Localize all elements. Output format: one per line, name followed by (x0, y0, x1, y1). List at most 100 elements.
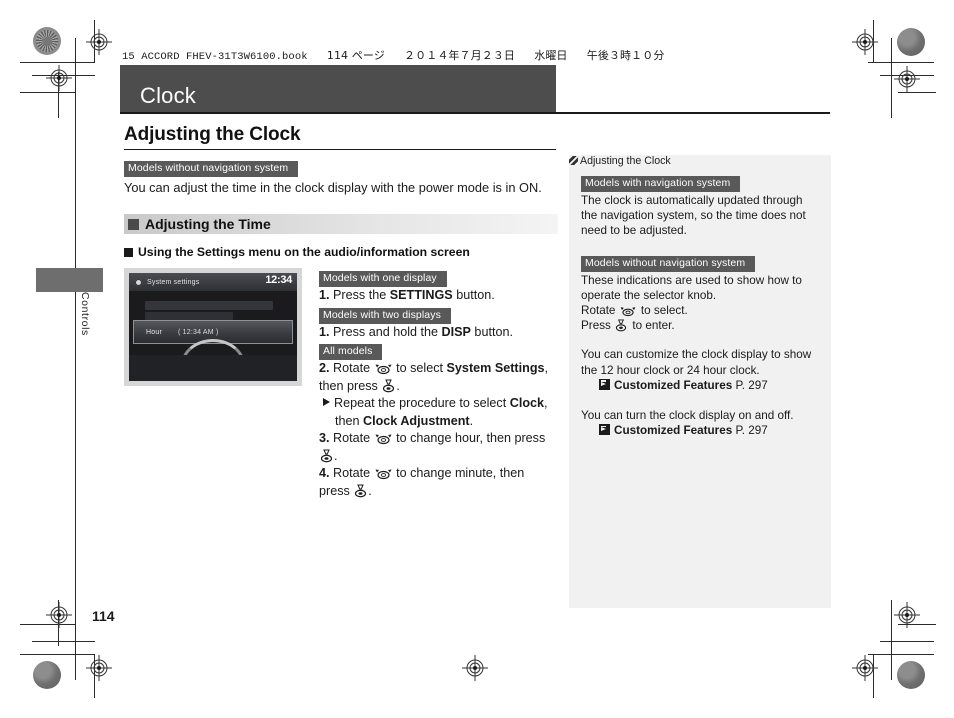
double-chevron-icon (569, 156, 578, 165)
audio-screen-illustration: System settings 12:34 Hour ( 12:34 AM ) (124, 268, 302, 386)
xref-label: Customized Features (614, 424, 733, 438)
registration-mark-top-right (852, 29, 878, 55)
intro-paragraph: You can adjust the time in the clock dis… (124, 180, 542, 195)
side-spacer (581, 333, 819, 347)
cross-reference-customized-features-2[interactable]: Customized Features P. 297 (599, 423, 819, 439)
step-3-part3: . (334, 448, 338, 463)
press-knob-icon (320, 449, 333, 463)
side-press-before: Press (581, 319, 615, 333)
subsection-title: Using the Settings menu on the audio/inf… (138, 245, 470, 259)
side-text-without-nav: These indications are used to show how t… (581, 273, 802, 302)
chapter-header-bar: Clock (120, 65, 556, 113)
step-2-sub-part1: Repeat the procedure to select (334, 396, 510, 410)
step-2-part2: to select (392, 361, 447, 375)
print-header-weekday: 水曜日 (534, 49, 568, 62)
section-thumb-tab-label: Controls (79, 292, 91, 336)
xref-label: Customized Features (614, 378, 733, 392)
registration-mark-top-left-2 (46, 65, 72, 91)
audio-screen: System settings 12:34 Hour ( 12:34 AM ) (129, 273, 297, 381)
side-line-press: Press to enter. (581, 318, 819, 333)
step-4-part1: Rotate (329, 466, 374, 480)
registration-mark-bottom-right-2 (894, 602, 920, 628)
registration-mark-bottom-center (462, 655, 488, 681)
rotate-knob-icon (620, 305, 637, 318)
step-number: 1. (319, 324, 330, 339)
registration-mark-bottom-left (46, 602, 72, 628)
rotate-knob-icon (375, 432, 392, 445)
step-2-sub-bold-clock-adjustment: Clock Adjustment (363, 413, 470, 428)
audio-screen-row-value: ( 12:34 AM ) (177, 328, 219, 336)
step-two-displays: 1. Press and hold the DISP button. (319, 324, 557, 342)
side-rotate-after: to select. (637, 304, 688, 318)
section-header-band: Adjusting the Time (124, 214, 558, 234)
model-tag-two-displays: Models with two displays (319, 307, 451, 324)
step-2-sub-bullet: Repeat the procedure to select Clock, th… (323, 395, 557, 430)
subsection-header: Using the Settings menu on the audio/inf… (124, 245, 558, 259)
page-title-rule (124, 149, 556, 150)
step-4: 4. Rotate to change minute, then press . (319, 465, 557, 500)
crop-line-left-spine (75, 118, 76, 600)
side-press-after: to enter. (629, 319, 675, 333)
step-number: 3. (319, 431, 330, 445)
audio-screen-row-dim-1 (145, 301, 273, 310)
chapter-title: Clock (140, 83, 197, 108)
bullet-arrow-icon (323, 398, 330, 406)
side-line-rotate: Rotate to select. (581, 303, 819, 318)
print-color-target-bottom-left (33, 661, 61, 689)
step-bold-settings: SETTINGS (389, 288, 453, 302)
side-tag-with-nav: Models with navigation system (581, 176, 741, 192)
step-text-before: Press and hold the (329, 324, 442, 339)
side-text-customize-12-24: You can customize the clock display to s… (581, 348, 812, 377)
side-rotate-before: Rotate (581, 304, 619, 318)
step-one-display: 1. Press the SETTINGS button. (319, 287, 557, 305)
audio-screen-title: System settings (147, 278, 200, 286)
press-knob-icon (615, 319, 628, 333)
step-4-part3: . (368, 483, 372, 498)
figure-and-steps-row: System settings 12:34 Hour ( 12:34 AM ) … (124, 268, 558, 500)
registration-mark-bottom-right (852, 655, 878, 681)
print-header-time: 午後３時１０分 (586, 49, 665, 62)
cross-reference-icon (599, 378, 610, 390)
side-text-with-nav: The clock is automatically updated throu… (581, 194, 806, 238)
model-tag-all-models: All models (319, 344, 383, 360)
side-text-clock-on-off: You can turn the clock display on and of… (581, 408, 794, 422)
step-2-bold-system-settings: System Settings (446, 361, 545, 375)
audio-screen-row-label: Hour (146, 328, 162, 336)
cross-reference-customized-features-1[interactable]: Customized Features P. 297 (599, 378, 819, 394)
chapter-underline-rule (120, 112, 830, 114)
side-note-panel: Models with navigation system The clock … (569, 155, 831, 608)
audio-screen-footer (129, 355, 297, 381)
step-2-part4: . (396, 378, 400, 393)
page-title: Adjusting the Clock (124, 124, 301, 145)
step-2-part1: Rotate (329, 361, 374, 375)
page-number: 114 (92, 608, 115, 624)
step-text-after: button. (470, 324, 513, 339)
step-2-sub-part3: . (469, 413, 474, 428)
document-print-header: 15 ACCORD FHEV-31T3W6100.book 114 ページ ２０… (122, 47, 664, 63)
print-color-target-top-right (897, 28, 925, 56)
step-number: 4. (319, 466, 330, 480)
step-text-before: Press the (329, 288, 390, 302)
side-note-heading: Adjusting the Clock (569, 155, 671, 167)
audio-screen-row-dim-2 (145, 312, 233, 320)
subsection-bullet-icon (124, 247, 133, 257)
section-thumb-tab (36, 268, 103, 292)
xref-page: P. 297 (732, 424, 768, 438)
side-spacer (581, 239, 819, 253)
registration-mark-top-left (86, 29, 112, 55)
registration-mark-bottom-left-2 (86, 655, 112, 681)
step-2: 2. Rotate to select System Settings, the… (319, 360, 557, 395)
main-content-column: Adjusting the Clock Models without navig… (124, 124, 558, 500)
step-3: 3. Rotate to change hour, then press . (319, 430, 557, 465)
registration-mark-top-right-2 (894, 66, 920, 92)
print-header-page: 114 ページ (326, 49, 385, 62)
cross-reference-icon (599, 424, 610, 436)
step-2-sub-bold-clock: Clock (509, 396, 545, 410)
step-number: 1. (319, 288, 330, 302)
step-3-part1: Rotate (329, 431, 374, 445)
model-tag-intro: Models without navigation system (124, 161, 299, 177)
gear-icon (135, 278, 142, 286)
steps-list: Models with one display 1. Press the SET… (319, 268, 557, 500)
print-color-target-bottom-right (897, 661, 925, 689)
side-spacer (581, 394, 819, 408)
